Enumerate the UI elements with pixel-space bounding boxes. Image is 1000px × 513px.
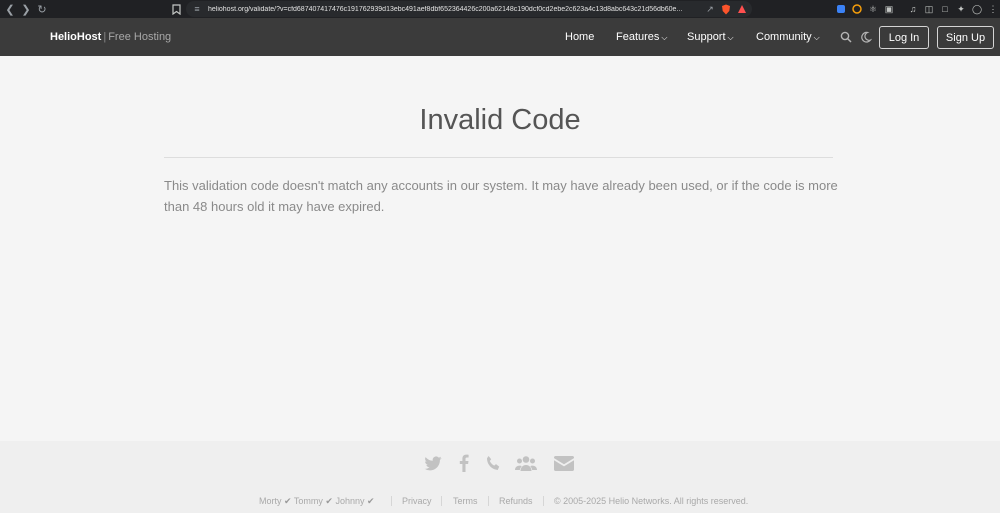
chevron-down-icon: ⌵: [661, 33, 668, 42]
footer-separator: [543, 496, 544, 506]
nav-home[interactable]: Home: [565, 31, 594, 43]
admin-name[interactable]: Johnny: [335, 496, 364, 506]
address-bar[interactable]: ≡ heliohost.org/validate/?v=cfd687407417…: [186, 1, 752, 17]
extension-orange-icon[interactable]: [851, 3, 863, 15]
copyright-text: © 2005-2025 Helio Networks. All rights r…: [554, 496, 749, 506]
chevron-down-icon: ⌵: [813, 33, 820, 42]
search-icon[interactable]: [839, 30, 853, 44]
footer-separator: [441, 496, 442, 506]
page-title: Invalid Code: [419, 104, 581, 136]
moon-icon[interactable]: [859, 30, 873, 44]
forward-icon[interactable]: ❯: [18, 0, 34, 18]
nav-features[interactable]: Features ⌵: [616, 31, 668, 43]
share-icon[interactable]: ↗: [704, 3, 716, 15]
nav-community-label: Community: [756, 31, 812, 43]
brand-tagline: Free Hosting: [108, 31, 172, 43]
brand-logo[interactable]: HelioHost | Free Hosting: [50, 31, 171, 43]
site-info-icon[interactable]: ≡: [190, 4, 204, 14]
nav-support[interactable]: Support ⌵: [687, 31, 734, 43]
users-icon[interactable]: [515, 453, 537, 473]
extension-box-icon[interactable]: ▣: [883, 3, 895, 15]
extension-blue-icon[interactable]: [835, 3, 847, 15]
chevron-down-icon: ⌵: [727, 33, 734, 42]
extension-puzzle-icon[interactable]: ⚛: [867, 3, 879, 15]
bookmark-icon[interactable]: [170, 3, 182, 15]
site-header: HelioHost | Free Hosting Home Features ⌵ Su…: [0, 18, 1000, 56]
brand-separator: |: [103, 31, 107, 43]
login-button[interactable]: Log In: [879, 26, 929, 49]
back-icon[interactable]: ❮: [2, 0, 18, 18]
brand-name: HelioHost: [50, 31, 102, 43]
title-divider: [164, 157, 833, 158]
brave-rewards-icon[interactable]: [736, 3, 748, 15]
check-icon: ✔: [325, 496, 333, 506]
menu-icon[interactable]: ⋮: [987, 3, 999, 15]
admin-list: Morty ✔ Tommy ✔ Johnny ✔: [259, 496, 375, 507]
browser-toolbar: ❮ ❯ ↻ ≡ heliohost.org/validate/?v=cfd687…: [0, 0, 1000, 18]
twitter-icon[interactable]: [422, 453, 444, 473]
leo-ai-icon[interactable]: ✦: [955, 3, 967, 15]
terms-link[interactable]: Terms: [453, 496, 478, 506]
site-footer: Morty ✔ Tommy ✔ Johnny ✔ Privacy Terms R…: [0, 441, 1000, 513]
url-text[interactable]: heliohost.org/validate/?v=cfd68740741747…: [208, 6, 698, 13]
phone-icon[interactable]: [482, 453, 504, 473]
signup-button[interactable]: Sign Up: [937, 26, 994, 49]
footer-separator: [391, 496, 392, 506]
nav-community[interactable]: Community ⌵: [756, 31, 820, 43]
check-icon: ✔: [367, 496, 375, 506]
check-icon: ✔: [284, 496, 292, 506]
bookmarks-panel-icon[interactable]: □: [939, 3, 951, 15]
privacy-link[interactable]: Privacy: [402, 496, 432, 506]
facebook-icon[interactable]: [453, 453, 475, 473]
footer-separator: [488, 496, 489, 506]
brave-shields-icon[interactable]: [720, 3, 732, 15]
nav-home-label: Home: [565, 31, 595, 43]
sidebar-icon[interactable]: ◫: [923, 3, 935, 15]
refunds-link[interactable]: Refunds: [499, 496, 533, 506]
reload-icon[interactable]: ↻: [34, 0, 50, 18]
media-icon[interactable]: ♫: [907, 3, 919, 15]
admin-name[interactable]: Tommy: [294, 496, 323, 506]
error-message: This validation code doesn't match any a…: [164, 178, 838, 214]
admin-name[interactable]: Morty: [259, 496, 282, 506]
envelope-icon[interactable]: [553, 453, 575, 473]
vpn-shield-icon[interactable]: ◯: [971, 3, 983, 15]
nav-features-label: Features: [616, 31, 660, 43]
nav-support-label: Support: [687, 31, 726, 43]
